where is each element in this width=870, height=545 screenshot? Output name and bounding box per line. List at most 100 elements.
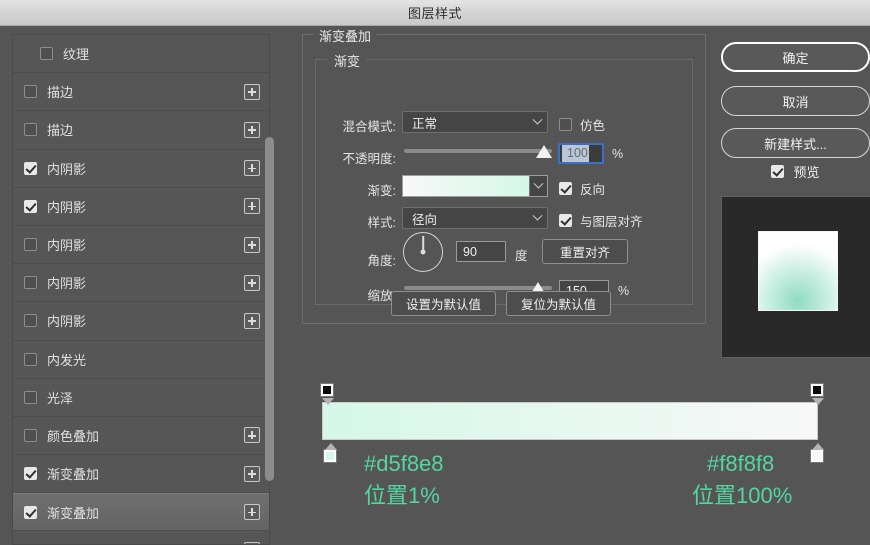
- align-with-layer-checkbox[interactable]: [559, 214, 572, 227]
- effect-label: 纹理: [63, 47, 90, 63]
- effect-enable-checkbox[interactable]: [24, 85, 37, 99]
- effects-list[interactable]: 纹理描边描边内阴影内阴影内阴影内阴影内阴影内发光光泽颜色叠加渐变叠加渐变叠加渐变…: [12, 34, 270, 545]
- preview-checkbox[interactable]: [771, 164, 785, 178]
- gradient-color-stop-right[interactable]: [810, 443, 824, 463]
- window-titlebar: 图层样式: [0, 0, 870, 26]
- gradient-subgroup: 渐变 混合模式: 正常 仿色 不透明度: 100 % 渐变: 反向 样式: 径向…: [315, 51, 693, 305]
- effect-row[interactable]: 内阴影: [13, 302, 269, 341]
- angle-input[interactable]: 90: [456, 241, 506, 262]
- gradient-label: 渐变:: [367, 184, 396, 198]
- effect-label: 渐变叠加: [47, 541, 99, 545]
- angle-dial[interactable]: [403, 232, 443, 272]
- ok-button[interactable]: 确定: [721, 42, 870, 72]
- effect-row[interactable]: 描边: [13, 111, 269, 150]
- effect-enable-checkbox[interactable]: [40, 47, 53, 61]
- gradient-preview-bar[interactable]: [322, 402, 818, 440]
- effect-enable-checkbox[interactable]: [24, 390, 37, 404]
- add-effect-icon[interactable]: [244, 160, 260, 177]
- add-effect-icon[interactable]: [244, 121, 260, 138]
- new-style-button[interactable]: 新建样式...: [721, 128, 870, 158]
- window-title: 图层样式: [407, 6, 462, 21]
- effects-list-scrollbar-track[interactable]: [265, 128, 274, 488]
- add-effect-icon[interactable]: [244, 465, 260, 482]
- effect-enable-checkbox[interactable]: [24, 276, 37, 290]
- preview-label: 预览: [793, 164, 820, 180]
- chevron-down-icon: [527, 112, 547, 132]
- gradient-swatch[interactable]: [402, 175, 548, 197]
- align-with-layer-checkbox-row[interactable]: 与图层对齐: [559, 211, 643, 230]
- effect-row[interactable]: 内阴影: [13, 264, 269, 303]
- effect-row[interactable]: 颜色叠加: [13, 417, 269, 456]
- scale-label: 缩放:: [367, 289, 396, 303]
- effect-row[interactable]: 光泽: [13, 379, 269, 417]
- effect-enable-checkbox[interactable]: [24, 505, 37, 519]
- effect-row[interactable]: 渐变叠加: [13, 531, 269, 545]
- reset-to-default-button[interactable]: 复位为默认值: [506, 291, 611, 316]
- dither-checkbox-row[interactable]: 仿色: [559, 115, 605, 134]
- subgroup-title: 渐变: [328, 51, 367, 70]
- effect-label: 内阴影: [47, 161, 87, 177]
- panel-title: 渐变叠加: [313, 26, 378, 45]
- chevron-down-icon: [527, 208, 547, 228]
- gradient-overlay-panel: 渐变叠加 渐变 混合模式: 正常 仿色 不透明度: 100 % 渐变: 反向 样…: [302, 26, 706, 324]
- effect-row[interactable]: 内发光: [13, 341, 269, 379]
- reset-align-button[interactable]: 重置对齐: [542, 239, 628, 264]
- cancel-button[interactable]: 取消: [721, 86, 870, 116]
- opacity-input[interactable]: 100: [558, 143, 604, 164]
- effect-enable-checkbox[interactable]: [24, 238, 37, 252]
- add-effect-icon[interactable]: [244, 312, 260, 329]
- layer-style-dialog: 图层样式 纹理 描边 描边 内阴影 内阴影 内阴影 内阴影 内阴影 内发光 光泽 颜色叠加 渐变叠加渐…: [0, 0, 870, 545]
- opacity-slider[interactable]: [404, 144, 552, 160]
- effect-enable-checkbox[interactable]: [24, 161, 37, 175]
- effect-row[interactable]: 纹理: [13, 35, 269, 74]
- left-stop-position-annotation: 位置1%: [364, 483, 440, 508]
- blend-mode-select[interactable]: 正常: [402, 111, 548, 133]
- preview-thumbnail-image: [758, 231, 838, 311]
- add-effect-icon[interactable]: [244, 427, 260, 444]
- effect-enable-checkbox[interactable]: [24, 467, 37, 481]
- reverse-checkbox[interactable]: [559, 182, 572, 195]
- effect-row[interactable]: 渐变叠加: [13, 455, 269, 494]
- stop-pointer-icon: [812, 398, 824, 405]
- angle-label: 角度:: [367, 254, 396, 268]
- gradient-opacity-stop-right[interactable]: [810, 383, 824, 405]
- effect-enable-checkbox[interactable]: [24, 123, 37, 137]
- effect-enable-checkbox[interactable]: [24, 352, 37, 366]
- gradient-picker-chevron-icon[interactable]: [529, 176, 547, 196]
- right-stop-position-annotation: 位置100%: [692, 483, 793, 508]
- reverse-checkbox-row[interactable]: 反向: [559, 179, 605, 198]
- style-select[interactable]: 径向: [402, 207, 548, 229]
- effect-row[interactable]: 内阴影: [13, 188, 269, 226]
- effect-row[interactable]: 内阴影: [13, 150, 269, 188]
- gradient-color-stop-left[interactable]: [323, 443, 337, 463]
- add-effect-icon[interactable]: [244, 504, 260, 521]
- opacity-label: 不透明度:: [342, 152, 396, 166]
- stop-pointer-icon: [812, 443, 824, 450]
- effect-row[interactable]: 描边: [13, 73, 269, 112]
- add-effect-icon[interactable]: [244, 83, 260, 100]
- stop-swatch: [813, 452, 821, 460]
- dither-checkbox[interactable]: [559, 118, 572, 131]
- add-effect-icon[interactable]: [244, 274, 260, 291]
- gradient-opacity-stop-left[interactable]: [320, 383, 334, 405]
- effect-enable-checkbox[interactable]: [24, 199, 37, 213]
- add-effect-icon[interactable]: [244, 236, 260, 253]
- set-as-default-button[interactable]: 设置为默认值: [391, 291, 496, 316]
- effect-row[interactable]: 内阴影: [13, 226, 269, 265]
- effects-list-scrollbar-thumb[interactable]: [265, 137, 274, 481]
- right-stop-hex-annotation: #f8f8f8: [707, 451, 775, 476]
- effect-label: 颜色叠加: [47, 428, 100, 444]
- stop-pointer-icon: [322, 398, 334, 405]
- angle-value: 90: [463, 244, 477, 259]
- effect-label: 光泽: [47, 390, 74, 406]
- blend-mode-value: 正常: [412, 116, 438, 131]
- effect-enable-checkbox[interactable]: [24, 314, 37, 328]
- opacity-value: 100: [562, 145, 589, 162]
- effect-row[interactable]: 渐变叠加: [13, 493, 269, 532]
- add-effect-icon[interactable]: [244, 198, 260, 215]
- effect-enable-checkbox[interactable]: [24, 428, 37, 442]
- opacity-slider-knob[interactable]: [536, 145, 552, 158]
- preview-checkbox-row[interactable]: 预览: [721, 160, 870, 182]
- angle-unit: 度: [515, 249, 528, 263]
- dither-label: 仿色: [580, 119, 606, 133]
